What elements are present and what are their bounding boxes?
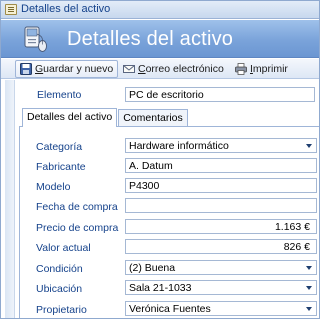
owner-label: Propietario <box>36 304 87 316</box>
category-combo[interactable]: Hardware informático <box>125 138 317 153</box>
form-title: Detalles del activo <box>67 28 234 50</box>
model-field[interactable]: P4300 <box>125 178 317 193</box>
purchase-price-field[interactable]: 1.163 € <box>125 219 317 234</box>
purchase-price-label: Precio de compra <box>36 222 119 234</box>
category-label: Categoría <box>36 141 83 153</box>
manufacturer-field[interactable]: A. Datum <box>125 158 317 173</box>
save-and-new-button[interactable]: Guardar y nuevo <box>15 60 119 78</box>
location-label: Ubicación <box>36 283 83 295</box>
purchase-date-label: Fecha de compra <box>36 201 118 213</box>
email-button[interactable]: Correo electrónico <box>119 60 228 78</box>
print-label: Imprimir <box>250 63 288 75</box>
condition-label: Condición <box>36 263 83 275</box>
chevron-down-icon[interactable] <box>302 139 316 152</box>
save-icon <box>20 63 32 75</box>
item-label: Elemento <box>37 89 82 101</box>
computer-mouse-icon <box>24 26 47 52</box>
window-title: Detalles del activo <box>21 3 111 15</box>
title-bar: Detalles del activo <box>1 1 319 19</box>
manufacturer-label: Fabricante <box>36 161 86 173</box>
current-value-field[interactable]: 826 € <box>125 239 317 254</box>
form-icon <box>5 4 17 15</box>
location-combo[interactable]: Sala 21-1033 <box>125 280 317 295</box>
tab-asset-details[interactable]: Detalles del activo <box>22 108 118 127</box>
owner-value: Verónica Fuentes <box>129 303 211 315</box>
asset-details-window: Detalles del activo Detalles del activo … <box>0 0 320 319</box>
toolbar: Guardar y nuevo Correo electrónico Impri… <box>1 59 319 79</box>
current-value-label: Valor actual <box>36 242 91 254</box>
location-value: Sala 21-1033 <box>129 282 192 294</box>
item-field[interactable]: PC de escritorio <box>125 87 315 102</box>
owner-combo[interactable]: Verónica Fuentes <box>125 301 317 316</box>
purchase-date-field[interactable] <box>125 198 317 213</box>
category-value: Hardware informático <box>129 140 229 152</box>
tab-comments[interactable]: Comentarios <box>118 109 188 126</box>
record-selector[interactable] <box>5 80 15 318</box>
form-header: Detalles del activo <box>1 20 319 58</box>
chevron-down-icon[interactable] <box>302 302 316 315</box>
email-label: Correo electrónico <box>138 63 224 75</box>
tab-strip: Detalles del activo Comentarios <box>22 108 189 127</box>
printer-icon <box>235 63 247 75</box>
email-icon <box>123 65 135 73</box>
condition-combo[interactable]: (2) Buena <box>125 260 317 275</box>
form-body: Elemento PC de escritorio Detalles del a… <box>5 80 319 318</box>
chevron-down-icon[interactable] <box>302 261 316 274</box>
chevron-down-icon[interactable] <box>302 281 316 294</box>
print-button[interactable]: Imprimir <box>231 60 292 78</box>
save-and-new-label: Guardar y nuevo <box>35 63 114 75</box>
condition-value: (2) Buena <box>129 262 176 274</box>
model-label: Modelo <box>36 181 71 193</box>
